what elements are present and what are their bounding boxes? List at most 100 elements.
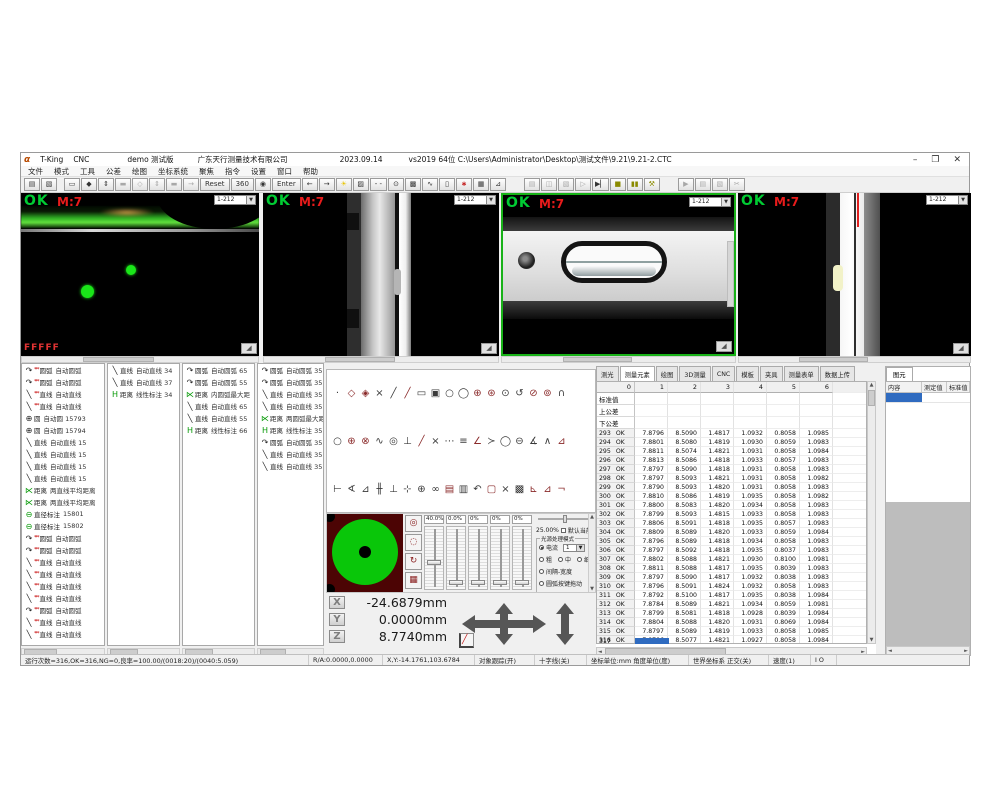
tool-icon[interactable]: ∡ [527, 437, 540, 447]
feature-item[interactable]: ⊕圆自动圆 15793 [22, 412, 104, 424]
light-bulb-button[interactable]: ☀ [336, 178, 352, 191]
tool-icon[interactable]: ∞ [429, 485, 442, 495]
menu-item-帮助[interactable]: 帮助 [303, 166, 318, 177]
table-row[interactable]: 293OK7.87968.50901.48171.09320.80581.098… [597, 429, 866, 438]
camera3-scrollbar-h[interactable] [501, 356, 736, 363]
table-row[interactable]: 294OK7.88018.50801.48191.09300.80591.098… [597, 438, 866, 447]
open-report-button[interactable]: ▧ [712, 178, 728, 191]
tool-icon[interactable]: ⊗ [359, 437, 372, 447]
arrow-right-button[interactable]: → [319, 178, 335, 191]
feature-item[interactable]: ↷圆弧自动圆弧 65 [183, 364, 254, 376]
camera4-scrollbar[interactable] [738, 356, 971, 363]
tool-icon[interactable]: ╫ [373, 485, 386, 495]
feature-item[interactable]: ↷***圆弧自动圆弧 [22, 376, 104, 388]
tool-icon[interactable]: ◎ [387, 437, 400, 447]
chart-button[interactable]: ⊿ [490, 178, 506, 191]
table-row[interactable]: 297OK7.87978.50901.48181.09310.80581.098… [597, 465, 866, 474]
slider-track[interactable] [512, 526, 532, 590]
zoom-select[interactable]: 1-212 ▼ [214, 195, 256, 205]
menu-item-指令[interactable]: 指令 [225, 166, 240, 177]
tab-数据上传[interactable]: 数据上传 [820, 366, 855, 381]
feature-item[interactable]: H距离线性标注 34 [108, 388, 179, 400]
slider-track[interactable] [446, 526, 466, 590]
joystick-config-button[interactable]: ◉ [255, 178, 271, 191]
zoom-select[interactable]: 1-212 ▼ [454, 195, 496, 205]
step-play-button[interactable]: ▷ [575, 178, 591, 191]
probe-button[interactable]: ◆ [81, 178, 97, 191]
chevron-down-icon[interactable]: ▼ [487, 195, 496, 205]
table-row[interactable]: 302OK7.87998.50931.48151.09330.80581.098… [597, 510, 866, 519]
tool-icon[interactable]: ∩ [555, 389, 568, 399]
tool-icon[interactable]: ▥ [457, 485, 470, 495]
feature-item[interactable]: ╲直线自动直线 15 [22, 448, 104, 460]
feature-item[interactable]: ╲***直线自动直线 [22, 556, 104, 568]
feature-item[interactable]: ⋉距离内圆弧最大距 [183, 388, 254, 400]
menu-item-模式[interactable]: 模式 [54, 166, 69, 177]
tool-icon[interactable]: ⊘ [527, 389, 540, 399]
light-slider-2[interactable]: 0.0% [446, 515, 466, 591]
tool-icon[interactable]: ◯ [499, 437, 512, 447]
save-button[interactable]: ▤ [24, 178, 40, 191]
stage-block-button[interactable]: ▬ [115, 178, 131, 191]
light-slider-4[interactable]: 0% [490, 515, 510, 591]
tool-icon[interactable]: ⊢ [331, 485, 344, 495]
enter-button[interactable]: Enter [272, 178, 301, 191]
run-to-end-button[interactable]: ▶▏ [592, 178, 609, 191]
feature-item[interactable]: ╲***直线自动直线 [22, 616, 104, 628]
table-row[interactable]: 295OK7.88118.50741.48211.09310.80581.098… [597, 447, 866, 456]
y-move-arrow-icon[interactable] [500, 614, 508, 634]
table-row[interactable]: 303OK7.88068.50911.48181.09350.80571.098… [597, 519, 866, 528]
tool-icon[interactable]: ◇ [345, 389, 358, 399]
stage-icon[interactable]: ◢ [716, 341, 732, 352]
xy-move-arrows[interactable] [461, 601, 581, 647]
contrast-button[interactable]: - - [370, 178, 387, 191]
tool-icon[interactable]: ⊾ [527, 485, 540, 495]
feature-item[interactable]: ⋉距离两直线平均距离 [22, 496, 104, 508]
table-row[interactable]: 296OK7.88138.50861.48181.09330.80571.098… [597, 456, 866, 465]
frame-tool-button[interactable]: ▭ [64, 178, 80, 191]
feature-item[interactable]: ⊖直径标注15801 [22, 508, 104, 520]
tool-icon[interactable]: ⊕ [345, 437, 358, 447]
gap-width-radio[interactable] [539, 569, 544, 574]
chevron-down-icon[interactable]: ▼ [959, 195, 968, 205]
tool-icon[interactable]: ⊹ [401, 485, 414, 495]
slider-track[interactable] [490, 526, 510, 590]
z-column-button[interactable]: ⇕ [98, 178, 114, 191]
table-row[interactable]: 311OK7.87928.51001.48171.09350.80381.098… [597, 591, 866, 600]
element-row[interactable] [886, 393, 970, 403]
pattern-wave-button[interactable]: ∿ [422, 178, 438, 191]
slider-track[interactable] [424, 526, 444, 590]
tool-icon[interactable]: ⊿ [541, 485, 554, 495]
table-row[interactable]: 299OK7.87908.50931.48201.09310.80581.098… [597, 483, 866, 492]
tool-icon[interactable]: ◯ [457, 389, 470, 399]
tool-icon[interactable]: ⊛ [485, 389, 498, 399]
tool-icon[interactable]: ⊿ [555, 437, 568, 447]
feature-item[interactable]: ↷***圆弧自动圆弧 [22, 532, 104, 544]
open-button[interactable]: ▧ [41, 178, 57, 191]
tool-icon[interactable]: ▤ [443, 485, 456, 495]
table-row[interactable]: 304OK7.88098.50891.48201.09330.80591.098… [597, 528, 866, 537]
image-view-button[interactable]: ▨ [353, 178, 369, 191]
tool-icon[interactable]: ○ [331, 437, 344, 447]
tab-测量表单[interactable]: 测量表单 [784, 366, 819, 381]
slider-thumb[interactable] [493, 580, 507, 585]
light-panel-scrollbar[interactable]: ▲▼ [588, 514, 595, 592]
arrow-left-button[interactable]: ← [302, 178, 318, 191]
tool-icon[interactable]: ╱ [415, 437, 428, 447]
calibrate-star-button[interactable]: ∗ [456, 178, 472, 191]
menu-item-公差[interactable]: 公差 [106, 166, 121, 177]
tool-icon[interactable]: ¬ [555, 485, 568, 495]
z-move-arrow-icon[interactable] [561, 614, 569, 634]
tool-icon[interactable]: ∿ [373, 437, 386, 447]
tab-模板[interactable]: 模板 [736, 366, 759, 381]
tool-icon[interactable]: ∢ [345, 485, 358, 495]
move-stage-button[interactable]: → [183, 178, 199, 191]
menu-item-聚焦[interactable]: 聚焦 [199, 166, 214, 177]
special-row[interactable]: 标准值 [597, 393, 866, 405]
table-row[interactable]: 314OK7.88048.50881.48201.09310.80691.098… [597, 618, 866, 627]
feature-item[interactable]: ╲直线自动直线 55 [183, 412, 254, 424]
tool-icon[interactable]: × [373, 389, 386, 399]
joystick-pad[interactable] [327, 514, 403, 592]
feature-item[interactable]: ↷圆弧自动圆弧 35 [258, 436, 323, 448]
stop-button[interactable]: ■ [610, 178, 626, 191]
